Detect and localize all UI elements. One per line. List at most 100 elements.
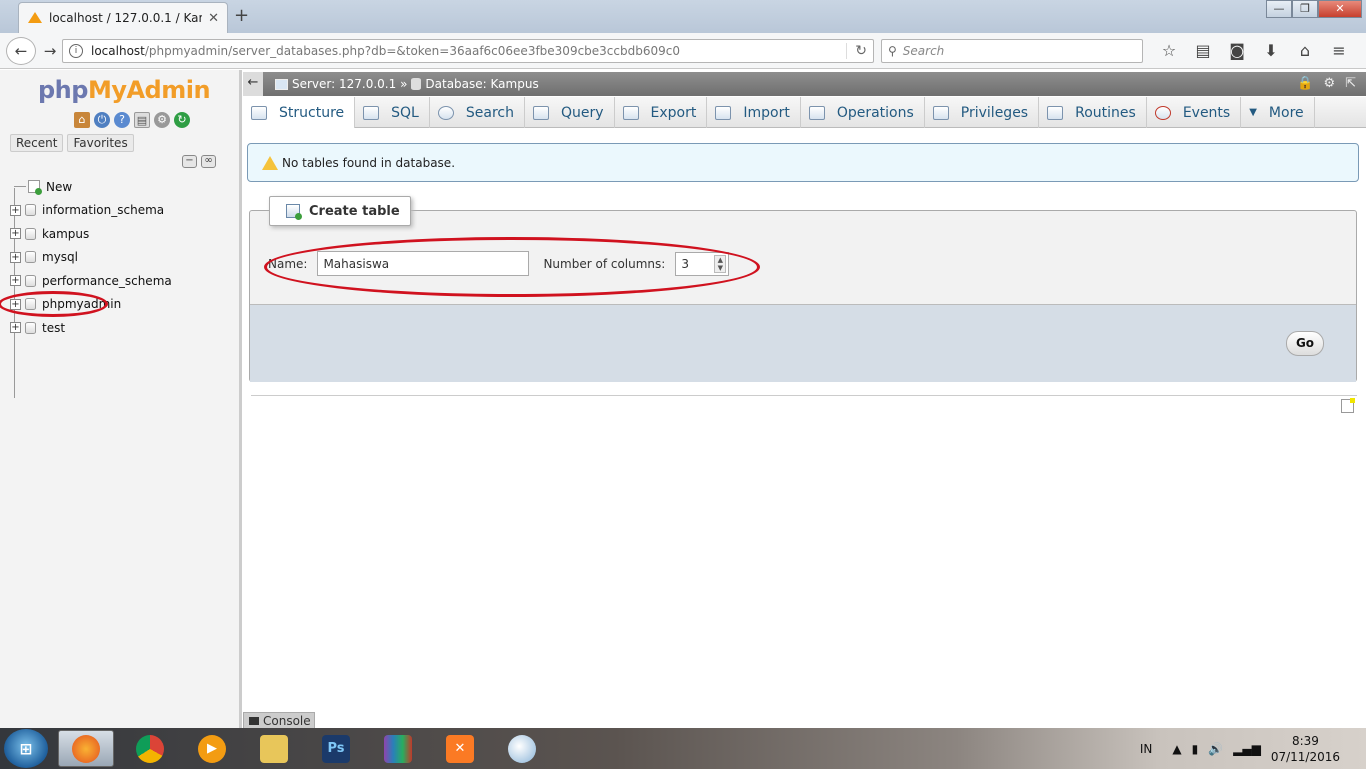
address-bar[interactable]: i localhost/phpmyadmin/server_databases.… [62, 39, 874, 63]
volume-icon[interactable]: 🔊 [1208, 742, 1223, 756]
structure-icon [251, 105, 267, 120]
reload-nav-icon[interactable]: ↻ [174, 112, 190, 128]
browser-tab[interactable]: localhost / 127.0.0.1 / Kam... ✕ [18, 2, 228, 33]
tree-item-label[interactable]: performance_schema [42, 274, 172, 288]
system-tray: IN ▲ ▮ 🔊 ▂▄▆ 8:39 07/11/2016 [1140, 728, 1366, 769]
taskbar-app-media-player[interactable]: ▶ [184, 730, 240, 767]
download-icon[interactable]: ⬇ [1254, 39, 1288, 63]
tab-operations[interactable]: Operations [801, 97, 925, 128]
close-window-button[interactable]: ✕ [1318, 0, 1362, 18]
clock[interactable]: 8:39 07/11/2016 [1271, 733, 1340, 765]
taskbar-app-firefox[interactable] [58, 730, 114, 767]
tab-search[interactable]: Search [430, 97, 525, 128]
network-icon[interactable]: ▂▄▆ [1233, 742, 1261, 756]
taskbar-app-winrar[interactable] [370, 730, 426, 767]
tab-routines[interactable]: Routines [1039, 97, 1147, 128]
collapse-nav-icon[interactable]: ← [243, 72, 263, 96]
toolbar-icons: ☆ ▤ ◙ ⬇ ⌂ ≡ [1152, 39, 1356, 63]
taskbar-app-xampp[interactable]: ✕ [432, 730, 488, 767]
minimize-button[interactable]: — [1266, 0, 1292, 18]
tab-close-icon[interactable]: ✕ [208, 11, 219, 26]
database-icon [25, 251, 36, 264]
tree-item-label[interactable]: kampus [42, 227, 89, 241]
breadcrumb-database[interactable]: Database: Kampus [425, 77, 538, 91]
window-controls: — ❐ ✕ [1266, 0, 1362, 18]
home-icon[interactable]: ⌂ [1288, 39, 1322, 63]
phpmyadmin-logo[interactable]: phpMyAdmin [38, 76, 211, 104]
browser-navbar: ← → i localhost/phpmyadmin/server_databa… [0, 33, 1366, 69]
main-panel: ← Server: 127.0.0.1 » Database: Kampus 🔒… [243, 70, 1366, 729]
maximize-button[interactable]: ❐ [1292, 0, 1318, 18]
tree-item-label[interactable]: test [42, 321, 65, 335]
tree-item-test[interactable]: + test [8, 316, 233, 340]
tree-item-performance-schema[interactable]: + performance_schema [8, 269, 233, 293]
recent-tab[interactable]: Recent [10, 134, 64, 152]
back-button[interactable]: ← [6, 37, 36, 65]
expand-icon[interactable]: + [10, 228, 21, 240]
breadcrumb-server[interactable]: Server: 127.0.0.1 » [292, 77, 407, 91]
search-input[interactable]: ⚲ Search [881, 39, 1143, 63]
tree-item-label[interactable]: New [46, 180, 72, 194]
privileges-icon [932, 105, 949, 120]
tree-item-information-schema[interactable]: + information_schema [8, 199, 233, 223]
taskbar-app-chrome[interactable] [122, 730, 178, 767]
tree-item-new[interactable]: New [8, 175, 233, 199]
expand-icon[interactable]: + [10, 204, 21, 216]
tab-events[interactable]: Events [1147, 97, 1242, 128]
bookmark-star-icon[interactable]: ☆ [1152, 39, 1186, 63]
expand-icon[interactable]: + [10, 275, 21, 287]
tab-sql[interactable]: SQL [355, 97, 430, 128]
search-icon [437, 105, 454, 120]
battery-icon[interactable]: ▮ [1192, 742, 1199, 756]
console-toggle[interactable]: Console [243, 712, 315, 729]
new-tab-button[interactable]: + [234, 5, 249, 26]
site-info-icon[interactable]: i [69, 44, 83, 58]
tab-export[interactable]: Export [615, 97, 708, 128]
page-settings-icon[interactable] [1341, 398, 1355, 413]
tab-import[interactable]: Import [707, 97, 801, 128]
favorites-tab[interactable]: Favorites [67, 134, 134, 152]
help-icon[interactable]: ? [114, 112, 130, 128]
routines-icon [1047, 105, 1064, 120]
database-tabs: Structure SQL Search Query Export Import… [243, 97, 1366, 128]
go-button[interactable]: Go [1286, 331, 1324, 356]
menu-icon[interactable]: ≡ [1322, 39, 1356, 63]
logout-icon[interactable]: ⏻ [94, 112, 110, 128]
panel-resizer[interactable] [239, 70, 242, 728]
collapse-icon[interactable]: ⇱ [1345, 76, 1356, 91]
taskbar-app-paint[interactable] [494, 730, 550, 767]
taskbar-app-photoshop[interactable]: Ps [308, 730, 364, 767]
collapse-all-icon[interactable]: − [182, 155, 197, 168]
link-with-main-icon[interactable]: ∞ [201, 155, 216, 168]
reading-list-icon[interactable]: ▤ [1186, 39, 1220, 63]
tree-item-label[interactable]: information_schema [42, 203, 164, 217]
tab-more[interactable]: ▼ More [1241, 97, 1315, 128]
browser-tabbar: localhost / 127.0.0.1 / Kam... ✕ + — ❐ ✕ [0, 0, 1366, 33]
divider [251, 395, 1357, 396]
pocket-icon[interactable]: ◙ [1220, 39, 1254, 63]
lock-icon[interactable]: 🔒 [1297, 76, 1313, 91]
settings-gear-icon[interactable]: ⚙ [1323, 76, 1335, 91]
start-button[interactable]: ⊞ [4, 729, 48, 768]
export-icon [622, 105, 639, 120]
clock-date: 07/11/2016 [1270, 749, 1340, 764]
tree-item-label[interactable]: mysql [42, 250, 78, 264]
tree-item-mysql[interactable]: + mysql [8, 246, 233, 270]
settings-gear-icon[interactable]: ⚙ [154, 112, 170, 128]
tree-item-kampus[interactable]: + kampus [8, 222, 233, 246]
tab-privileges[interactable]: Privileges [925, 97, 1040, 128]
chrome-icon [136, 734, 164, 763]
expand-icon[interactable]: + [10, 251, 21, 263]
expand-icon[interactable]: + [10, 322, 21, 334]
docs-icon[interactable]: ▤ [134, 112, 150, 128]
forward-button[interactable]: → [38, 40, 62, 62]
url-text: localhost/phpmyadmin/server_databases.ph… [91, 44, 680, 58]
tab-query[interactable]: Query [525, 97, 615, 128]
show-hidden-icons-icon[interactable]: ▲ [1172, 742, 1181, 756]
taskbar-app-file-explorer[interactable] [246, 730, 302, 767]
tab-structure[interactable]: Structure [243, 97, 356, 128]
home-icon[interactable]: ⌂ [74, 112, 90, 128]
quick-icons: ⌂ ⏻ ? ▤ ⚙ ↻ [74, 112, 190, 128]
language-indicator[interactable]: IN [1140, 742, 1153, 756]
reload-icon[interactable]: ↻ [846, 43, 867, 59]
